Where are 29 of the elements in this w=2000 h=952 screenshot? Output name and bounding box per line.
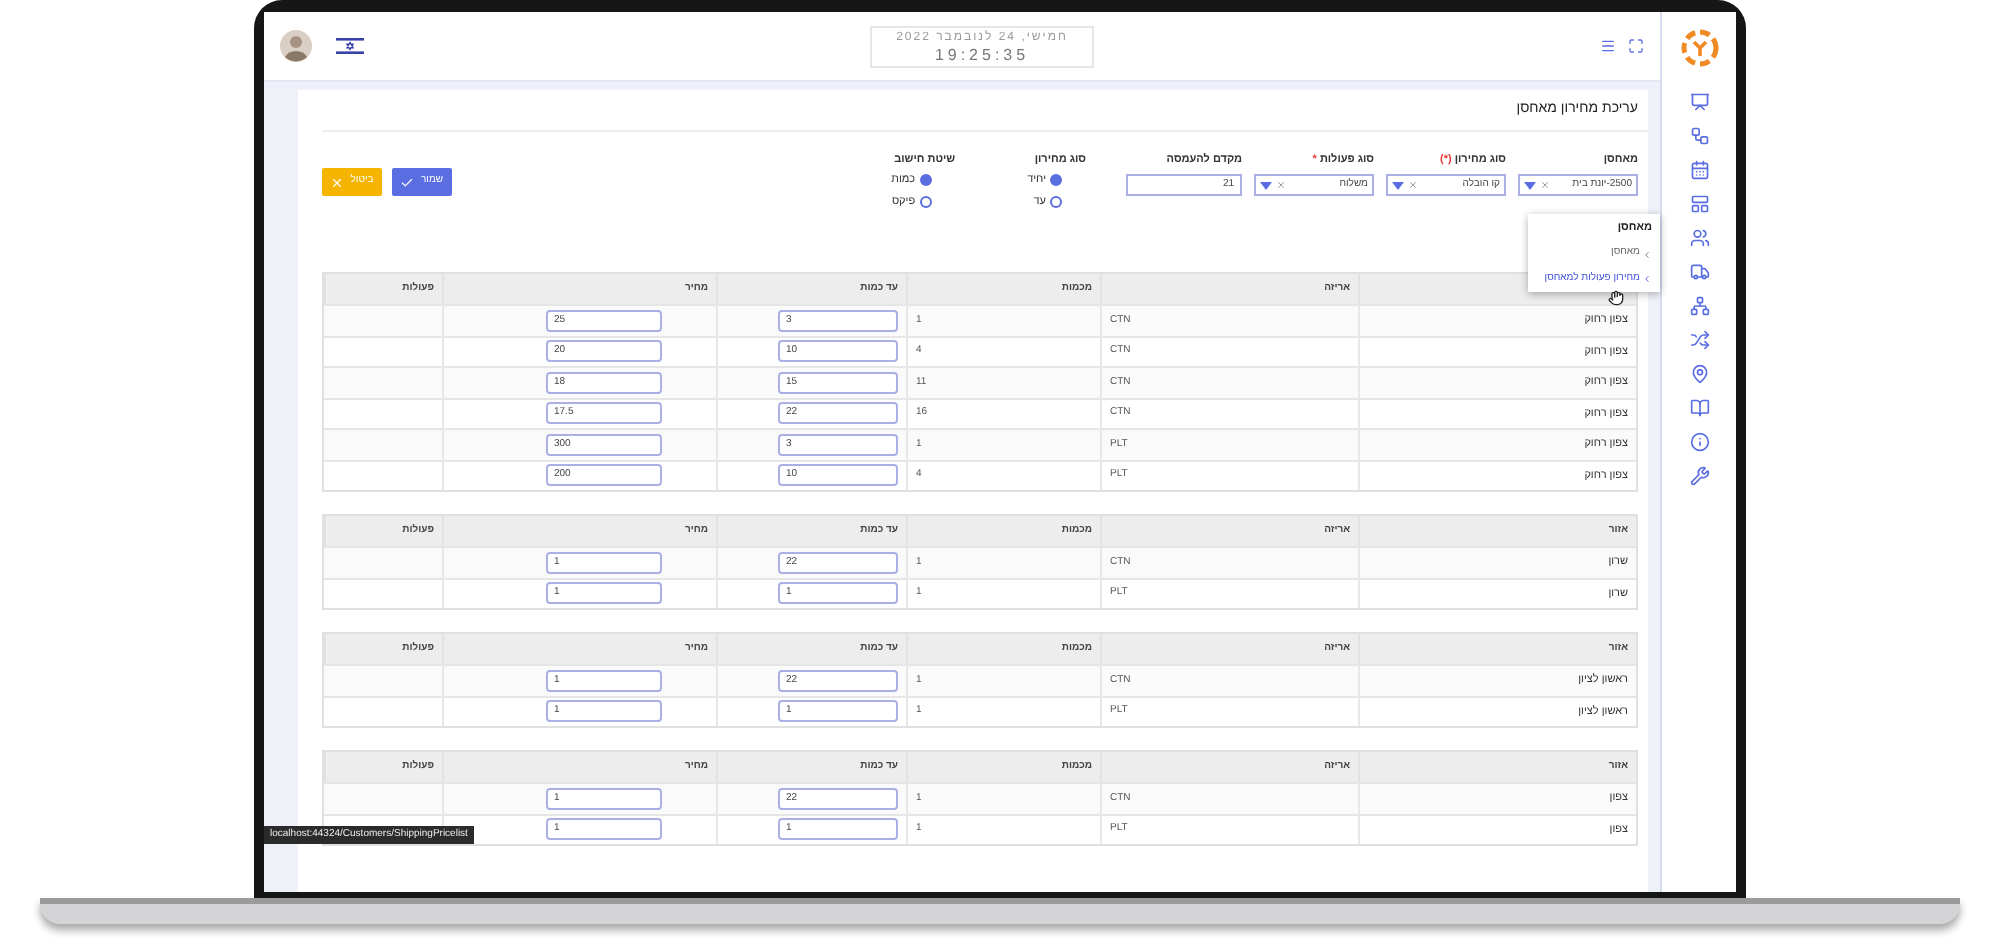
dropdown-triangle-icon[interactable] — [1392, 181, 1404, 190]
flag-icon[interactable] — [336, 36, 364, 56]
chevron-icon — [1642, 274, 1652, 284]
map-pin-icon[interactable] — [1689, 364, 1709, 384]
chevron-icon — [1642, 249, 1652, 259]
dropdown-triangle-icon[interactable] — [1260, 181, 1272, 190]
book-icon[interactable] — [1689, 398, 1709, 418]
radio-button[interactable] — [919, 195, 932, 208]
shuffle-icon[interactable] — [1689, 330, 1709, 350]
presentation-icon[interactable] — [1689, 92, 1709, 112]
dropdown-triangle-icon[interactable] — [1524, 181, 1536, 190]
time-text: 19:25:35 — [934, 47, 1030, 63]
avatar-icon[interactable] — [280, 30, 312, 62]
panel-icon[interactable] — [1689, 194, 1709, 214]
workflow-icon[interactable] — [1689, 126, 1709, 146]
users-icon[interactable] — [1689, 228, 1709, 248]
radio-button[interactable] — [919, 174, 932, 187]
menu-icon[interactable] — [1600, 38, 1616, 54]
info-icon[interactable] — [1689, 432, 1709, 452]
truck-icon[interactable] — [1689, 262, 1709, 282]
radio-button[interactable] — [1050, 174, 1062, 187]
logo-icon[interactable] — [1679, 28, 1719, 68]
close-icon — [330, 175, 345, 189]
check-icon — [400, 175, 415, 189]
wrench-icon[interactable] — [1689, 466, 1709, 486]
fullscreen-icon[interactable] — [1628, 38, 1644, 54]
network-icon[interactable] — [1689, 296, 1709, 316]
radio-button[interactable] — [1050, 195, 1062, 208]
calendar-icon[interactable] — [1689, 160, 1709, 180]
